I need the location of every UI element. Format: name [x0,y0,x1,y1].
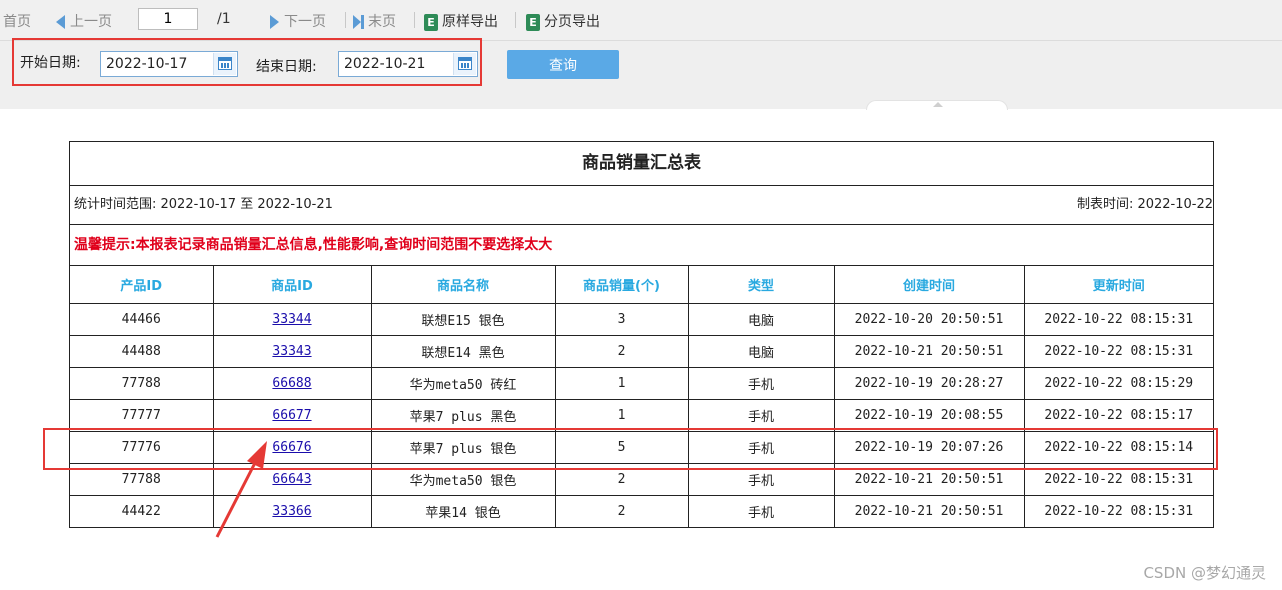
goods-id-link[interactable]: 66677 [272,408,311,423]
goods-id-link[interactable]: 66643 [272,472,311,487]
created-cell: 2022-10-19 20:08:55 [833,399,1025,432]
start-date-label: 开始日期: [20,55,81,71]
quantity-cell: 1 [554,367,689,400]
header-row: 产品ID 商品ID 商品名称 商品销量(个) 类型 创建时间 更新时间 [70,266,1213,304]
table-row: 44466 33344 联想E15 银色 3 电脑 2022-10-20 20:… [70,303,1213,336]
last-page-button[interactable]: 末页 [353,11,396,31]
report-warning-tip: 温馨提示:本报表记录商品销量汇总信息,性能影响,查询时间范围不要选择太大 [70,225,1213,266]
goods-name-cell: 华为meta50 砖红 [370,367,556,400]
chevron-up-icon [933,102,943,107]
last-page-icon [353,14,364,30]
updated-cell: 2022-10-22 08:15:17 [1023,399,1213,432]
column-header-quantity: 商品销量(个) [554,266,689,304]
quantity-cell: 2 [554,335,689,368]
column-header-type: 类型 [687,266,835,304]
end-date-label: 结束日期: [256,59,317,75]
calendar-icon[interactable] [213,53,236,75]
goods-id-link[interactable]: 33343 [272,344,311,359]
excel-icon: E [526,13,540,31]
goods-name-cell: 联想E14 黑色 [370,335,556,368]
updated-cell: 2022-10-22 08:15:31 [1023,495,1213,527]
column-header-updated: 更新时间 [1023,266,1213,304]
created-cell: 2022-10-19 20:28:27 [833,367,1025,400]
quantity-cell: 3 [554,303,689,336]
column-header-goods-name: 商品名称 [370,266,556,304]
updated-cell: 2022-10-22 08:15:31 [1023,303,1213,336]
export-paged-button[interactable]: E 分页导出 [526,11,600,31]
prev-page-button[interactable]: 上一页 [56,11,112,31]
first-page-button[interactable]: 首页 [3,11,31,31]
table-row: 44488 33343 联想E14 黑色 2 电脑 2022-10-21 20:… [70,335,1213,368]
type-cell: 手机 [687,399,835,432]
report-toolbar: 首页 上一页 /1 下一页 末页 E原样导出 E分页导出 [0,0,1282,41]
column-header-product-id: 产品ID [70,266,214,304]
next-page-label: 下一页 [284,14,326,30]
product-id-cell: 77788 [70,367,214,400]
product-id-cell: 44422 [70,495,214,527]
calendar-icon[interactable] [453,53,476,75]
type-cell: 电脑 [687,303,835,336]
export-original-label: 原样导出 [442,14,498,30]
annotation-arrow-icon [215,441,267,538]
quantity-cell: 1 [554,399,689,432]
quantity-cell: 2 [554,495,689,527]
goods-id-link[interactable]: 33344 [272,312,311,327]
arrow-right-icon [270,15,279,29]
goods-id-cell: 33343 [212,335,372,368]
goods-name-cell: 苹果14 银色 [370,495,556,527]
goods-name-cell: 联想E15 银色 [370,303,556,336]
product-id-cell: 44488 [70,335,214,368]
updated-cell: 2022-10-22 08:15:31 [1023,335,1213,368]
end-date-field[interactable]: 2022-10-21 [338,51,478,77]
created-cell: 2022-10-20 20:50:51 [833,303,1025,336]
page-total: /1 [217,11,231,27]
toolbar-divider [515,12,516,28]
goods-name-cell: 苹果7 plus 黑色 [370,399,556,432]
goods-id-cell: 66677 [212,399,372,432]
next-page-button[interactable]: 下一页 [270,11,326,31]
toolbar-divider [414,12,415,28]
column-header-created: 创建时间 [833,266,1025,304]
watermark: CSDN @梦幻通灵 [1143,564,1266,582]
goods-id-cell: 33344 [212,303,372,336]
excel-icon: E [424,13,438,31]
last-page-label: 末页 [368,14,396,30]
table-row: 77777 66677 苹果7 plus 黑色 1 手机 2022-10-19 … [70,399,1213,432]
type-cell: 手机 [687,495,835,527]
query-button[interactable]: 查询 [507,50,619,79]
goods-id-cell: 66688 [212,367,372,400]
export-original-button[interactable]: E 原样导出 [424,11,498,31]
product-id-cell: 44466 [70,303,214,336]
start-date-field[interactable]: 2022-10-17 [100,51,238,77]
created-cell: 2022-10-21 20:50:51 [833,495,1025,527]
product-id-cell: 77777 [70,399,214,432]
export-paged-label: 分页导出 [544,14,600,30]
column-header-goods-id: 商品ID [212,266,372,304]
created-cell: 2022-10-21 20:50:51 [833,335,1025,368]
report-range-row: 统计时间范围: 2022-10-17 至 2022-10-21 制表时间: 20… [70,186,1213,225]
goods-id-link[interactable]: 33366 [272,504,311,519]
page-number-input[interactable] [138,8,198,30]
prev-page-label: 上一页 [70,14,112,30]
end-date-value: 2022-10-21 [344,56,426,72]
toolbar-divider [345,12,346,28]
type-cell: 手机 [687,367,835,400]
report-made-time: 制表时间: 2022-10-22 [1076,197,1213,212]
arrow-left-icon [56,15,65,29]
goods-id-link[interactable]: 66688 [272,376,311,391]
collapse-panel-toggle[interactable] [866,100,1008,110]
type-cell: 电脑 [687,335,835,368]
table-row: 77788 66688 华为meta50 砖红 1 手机 2022-10-19 … [70,367,1213,400]
start-date-value: 2022-10-17 [106,56,188,72]
updated-cell: 2022-10-22 08:15:29 [1023,367,1213,400]
report-range: 统计时间范围: 2022-10-17 至 2022-10-21 [74,197,333,212]
report-title: 商品销量汇总表 [70,142,1213,186]
